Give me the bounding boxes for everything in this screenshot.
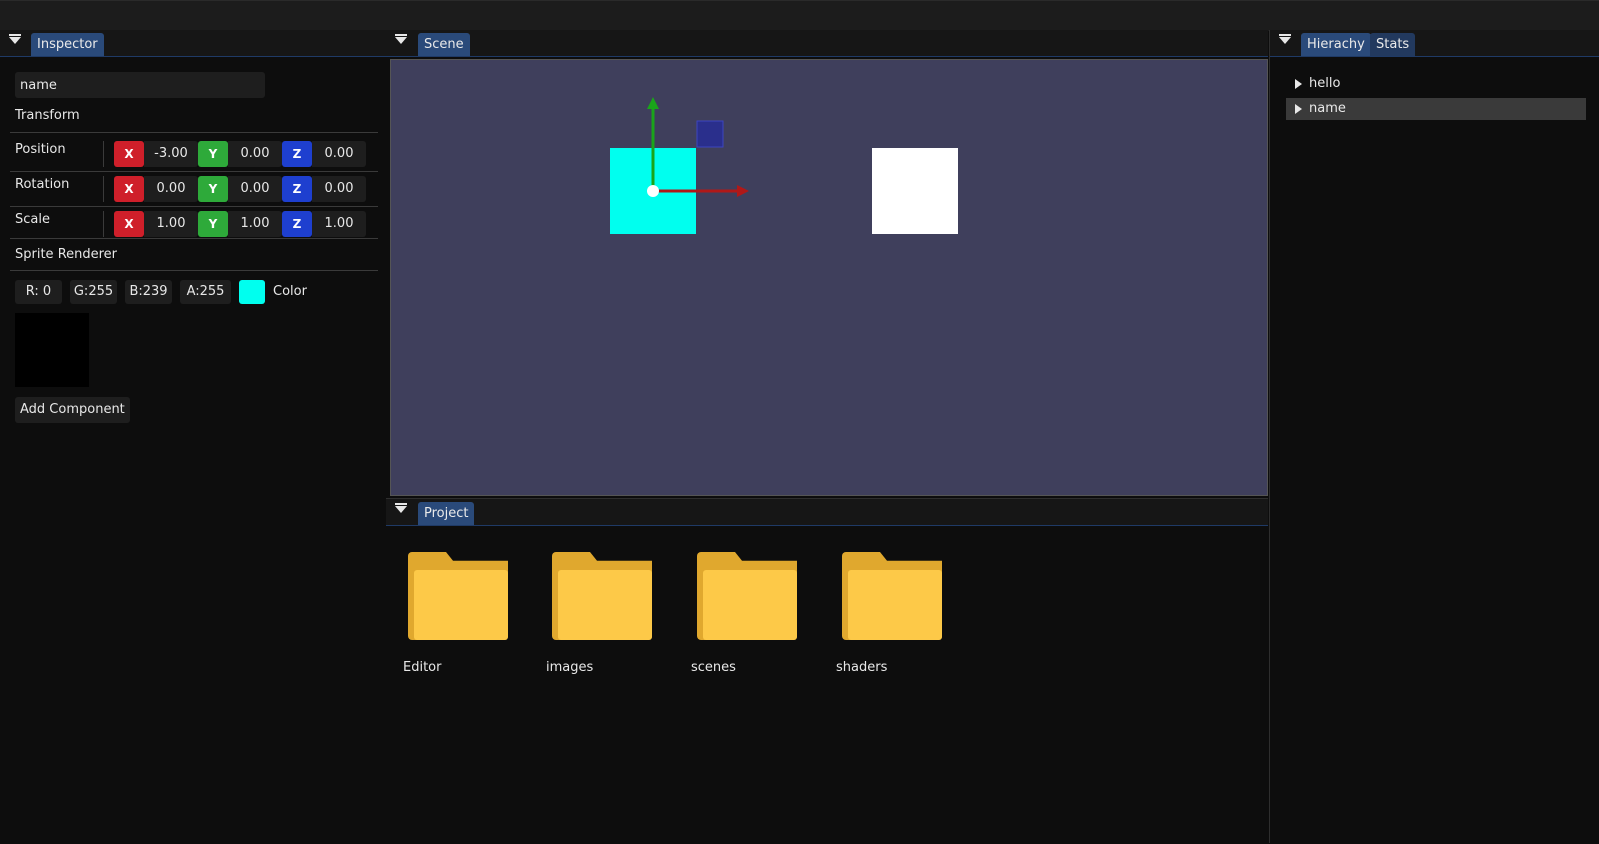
rotation-z-button[interactable]: Z	[282, 176, 312, 202]
position-z-button[interactable]: Z	[282, 141, 312, 167]
white-sprite[interactable]	[872, 148, 958, 234]
divider	[10, 270, 378, 271]
rotation-label: Rotation	[15, 177, 70, 192]
sprite-renderer-title[interactable]: Sprite Renderer	[15, 247, 117, 262]
rotation-y-field[interactable]: 0.00	[228, 176, 282, 202]
position-z-field[interactable]: 0.00	[312, 141, 366, 167]
divider	[10, 171, 378, 172]
rotation-x-button[interactable]: X	[114, 176, 144, 202]
position-y-field[interactable]: 0.00	[228, 141, 282, 167]
add-component-button[interactable]: Add Component	[15, 397, 130, 423]
folder-label-shaders[interactable]: shaders	[836, 660, 887, 675]
collapse-icon[interactable]	[1279, 34, 1291, 44]
divider	[103, 211, 104, 237]
color-r-field[interactable]: R: 0	[15, 280, 62, 304]
tree-item-label: hello	[1309, 76, 1341, 91]
scale-y-button[interactable]: Y	[198, 211, 228, 237]
tree-item-name[interactable]: name	[1286, 98, 1586, 120]
scale-label: Scale	[15, 212, 50, 227]
gizmo-center-handle[interactable]	[647, 185, 659, 197]
color-g-field[interactable]: G:255	[70, 280, 117, 304]
folder-label-images[interactable]: images	[546, 660, 593, 675]
color-swatch[interactable]	[239, 280, 265, 304]
expand-arrow-icon[interactable]	[1295, 79, 1302, 89]
folder-icon[interactable]	[842, 552, 942, 642]
collapse-icon[interactable]	[395, 503, 407, 513]
scene-canvas[interactable]	[391, 60, 1267, 495]
tab-stats[interactable]: Stats	[1370, 33, 1416, 56]
divider	[103, 141, 104, 167]
title-bar	[0, 0, 1599, 31]
expand-arrow-icon[interactable]	[1295, 104, 1302, 114]
color-label: Color	[273, 284, 307, 299]
position-y-button[interactable]: Y	[198, 141, 228, 167]
tab-inspector[interactable]: Inspector	[31, 33, 104, 56]
position-x-button[interactable]: X	[114, 141, 144, 167]
folder-icon[interactable]	[552, 552, 652, 642]
scene-viewport[interactable]	[390, 59, 1268, 496]
project-panel: Project	[386, 498, 1268, 844]
hierarchy-header: Hierachy Stats	[1270, 30, 1599, 57]
scale-x-field[interactable]: 1.00	[144, 211, 198, 237]
collapse-icon[interactable]	[395, 34, 407, 44]
tree-item-label: name	[1309, 101, 1346, 116]
tab-project[interactable]: Project	[418, 502, 475, 525]
position-x-field[interactable]: -3.00	[144, 141, 198, 167]
tab-hierarchy[interactable]: Hierachy	[1301, 33, 1371, 56]
project-header: Project	[386, 499, 1268, 526]
folder-icon[interactable]	[408, 552, 508, 642]
scale-y-field[interactable]: 1.00	[228, 211, 282, 237]
hierarchy-panel: Hierachy Stats	[1269, 30, 1599, 843]
color-b-field[interactable]: B:239	[125, 280, 172, 304]
scale-z-field[interactable]: 1.00	[312, 211, 366, 237]
folder-icon[interactable]	[697, 552, 797, 642]
tab-scene[interactable]: Scene	[418, 33, 470, 56]
scene-header: Scene	[386, 30, 1268, 57]
collapse-icon[interactable]	[9, 34, 21, 44]
gizmo-plane-handle[interactable]	[696, 120, 724, 148]
rotation-x-field[interactable]: 0.00	[144, 176, 198, 202]
color-a-field[interactable]: A:255	[180, 280, 231, 304]
gizmo-x-arrow-icon[interactable]	[737, 185, 749, 197]
rotation-z-field[interactable]: 0.00	[312, 176, 366, 202]
divider	[103, 176, 104, 202]
divider	[10, 238, 378, 239]
position-label: Position	[15, 142, 66, 157]
rotation-y-button[interactable]: Y	[198, 176, 228, 202]
entity-name-input[interactable]	[15, 72, 265, 98]
transform-title[interactable]: Transform	[15, 108, 80, 123]
gizmo-y-arrow-icon[interactable]	[647, 97, 659, 109]
sprite-preview[interactable]	[15, 313, 89, 387]
folder-label-scenes[interactable]: scenes	[691, 660, 736, 675]
tree-item-hello[interactable]: hello	[1286, 73, 1586, 95]
scale-z-button[interactable]: Z	[282, 211, 312, 237]
divider	[10, 206, 378, 207]
scale-x-button[interactable]: X	[114, 211, 144, 237]
divider	[10, 132, 378, 133]
folder-label-editor[interactable]: Editor	[403, 660, 441, 675]
inspector-header: Inspector	[0, 30, 386, 57]
